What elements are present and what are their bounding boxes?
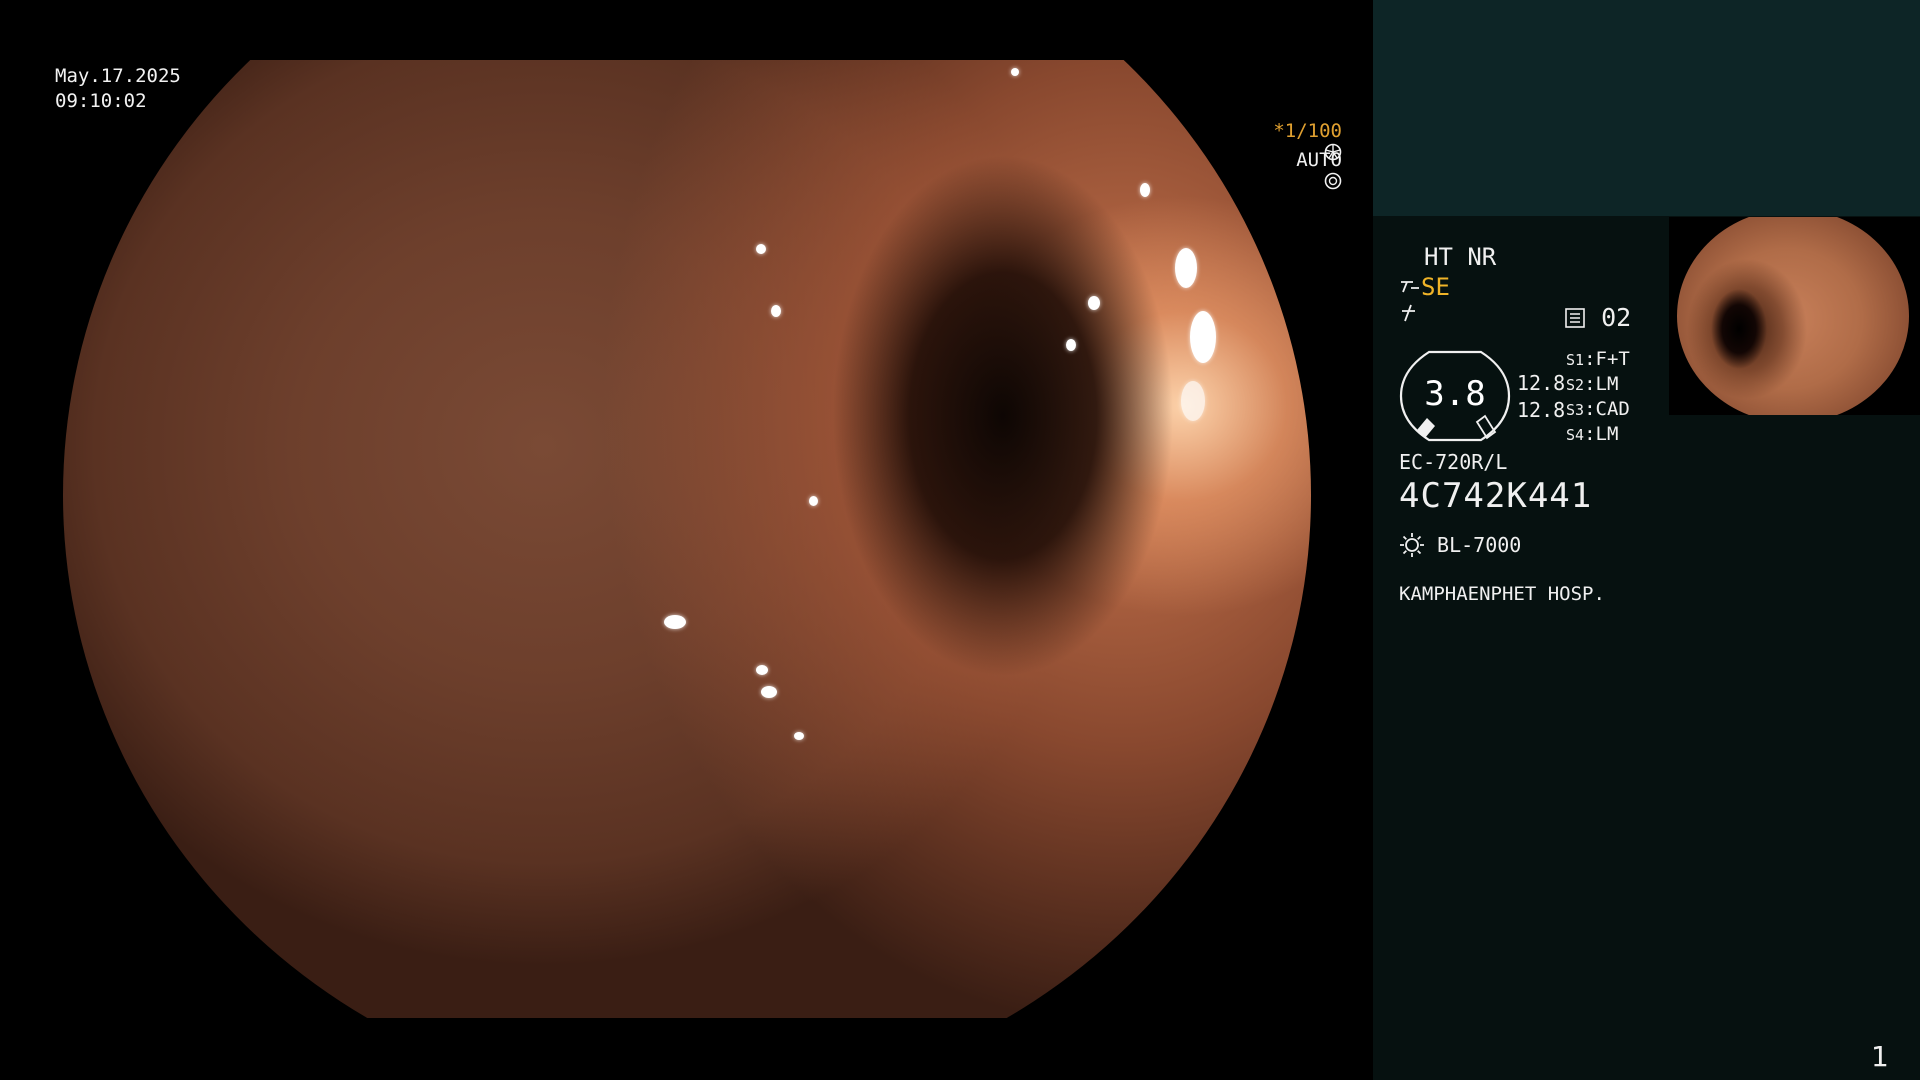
specular-highlight: [756, 665, 768, 675]
light-source-row: BL-7000: [1399, 532, 1521, 558]
exposure-mode-readout: AUTO: [1228, 127, 1342, 215]
colon-lumen-image: [63, 0, 1311, 1080]
specular-highlight: [1175, 248, 1197, 288]
time-text: 09:10:02: [55, 90, 147, 112]
value-a: 12.8: [1517, 371, 1566, 395]
switch-key: S1: [1566, 351, 1585, 369]
switch-key: S2: [1566, 376, 1585, 394]
light-source-icon: [1400, 533, 1424, 557]
color-enhancement-row: [1399, 303, 1421, 329]
se-label: SE: [1421, 273, 1450, 301]
specular-highlight: [1140, 183, 1150, 197]
specular-highlight: [756, 244, 766, 254]
specular-highlight: [664, 615, 686, 629]
specular-highlight: [1088, 296, 1100, 310]
switch-row-s3: S3:CAD: [1566, 398, 1630, 420]
info-panel: HT NR SE 02 3.8 12.8 12.8 S1:F+T S2:LM S…: [1373, 0, 1920, 1080]
iris-icon: [1324, 172, 1342, 190]
exposure-mode-text: AUTO: [1296, 149, 1342, 171]
specular-highlight: [1011, 68, 1019, 76]
thumbnail-image: [1677, 217, 1909, 415]
specular-highlight: [761, 686, 777, 698]
info-panel-header: [1373, 0, 1920, 216]
structure-enhance-icon: [1401, 281, 1419, 293]
light-source-label: BL-7000: [1437, 533, 1522, 557]
zoom-indicator: 3.8: [1399, 350, 1511, 442]
switch-row-s4: S4:LM: [1566, 423, 1619, 445]
channel-label: 02: [1601, 303, 1632, 332]
structure-enhancement-row: SE: [1399, 273, 1450, 301]
page-number: 1: [1871, 1040, 1889, 1073]
capture-thumbnail[interactable]: [1669, 217, 1920, 415]
scope-serial: 4C742K441: [1399, 476, 1593, 516]
switch-row-s1: S1:F+T: [1566, 348, 1630, 370]
date-time-readout: May.17.2025 09:10:02: [55, 64, 181, 114]
switch-key: S3: [1566, 401, 1585, 419]
hospital-name: KAMPHAENPHET HOSP.: [1399, 583, 1605, 605]
switch-value: F+T: [1595, 348, 1630, 370]
frame-mask-top: [0, 0, 1372, 60]
value-b: 12.8: [1517, 398, 1566, 422]
switch-key: S4: [1566, 426, 1585, 444]
memory-icon: [1565, 308, 1585, 328]
specular-highlight: [1181, 381, 1205, 421]
specular-highlight: [809, 496, 818, 506]
zoom-value: 3.8: [1424, 374, 1486, 414]
scope-model: EC-720R/L: [1399, 450, 1508, 474]
specular-highlight: [771, 305, 781, 317]
specular-highlight: [1190, 311, 1216, 363]
endoscope-view: May.17.2025 09:10:02 *1/100 AUTO: [0, 0, 1372, 1080]
switch-value: CAD: [1595, 398, 1630, 420]
switch-value: LM: [1595, 373, 1619, 395]
frame-mask-bottom: [0, 1018, 1372, 1080]
memory-channel-row: 02: [1564, 303, 1631, 332]
specular-highlight: [794, 732, 804, 740]
endoscopy-monitor: May.17.2025 09:10:02 *1/100 AUTO HT NR S…: [0, 0, 1920, 1080]
mode-label: HT NR: [1424, 243, 1497, 271]
switch-row-s2: S2:LM: [1566, 373, 1619, 395]
color-enhance-icon: [1402, 304, 1415, 322]
switch-value: LM: [1595, 423, 1619, 445]
specular-highlight: [1066, 339, 1076, 351]
date-text: May.17.2025: [55, 65, 181, 87]
